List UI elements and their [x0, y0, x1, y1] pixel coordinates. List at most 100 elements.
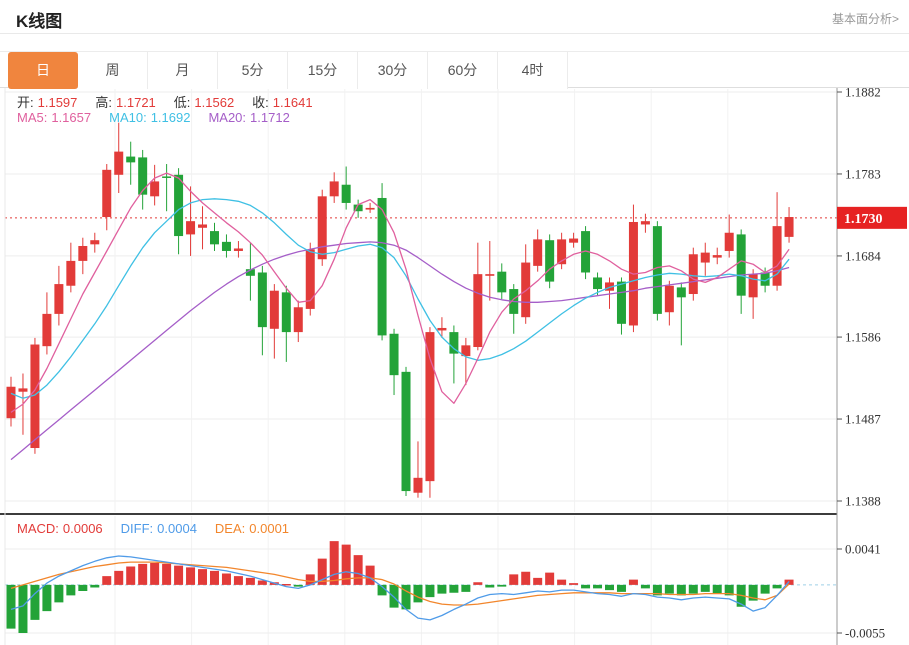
candle-body: [126, 157, 135, 163]
candle-body: [425, 332, 434, 481]
candle-body: [78, 246, 87, 261]
candle-body: [270, 291, 279, 329]
macd-hist-bar: [234, 576, 243, 585]
candle-body: [198, 224, 207, 227]
candle-body: [162, 176, 171, 178]
interval-tabbar: 日周月5分15分30分60分4时: [0, 51, 909, 88]
kline-chart-canvas[interactable]: 1.18821.17831.16841.15861.14871.13880.00…: [0, 0, 909, 645]
macd-hist-bar: [54, 585, 63, 603]
candle-body: [366, 208, 375, 210]
candle-body: [653, 226, 662, 314]
macd-hist-bar: [557, 580, 566, 585]
candle-body: [701, 253, 710, 263]
macd-hist-bar: [42, 585, 51, 611]
macd-hist-bar: [689, 585, 698, 594]
candle-body: [485, 274, 494, 276]
candle-body: [713, 255, 722, 257]
macd-hist-bar: [677, 585, 686, 596]
macd-hist-bar: [222, 574, 231, 585]
macd-hist-bar: [246, 578, 255, 585]
page-title: K线图: [16, 7, 62, 32]
candle-body: [66, 261, 75, 286]
macd-hist-bar: [78, 585, 87, 591]
macd-hist-bar: [521, 572, 530, 585]
candle-body: [282, 292, 291, 332]
macd-hist-bar: [761, 585, 770, 594]
price-axis-label: 1.1783: [845, 166, 881, 181]
candle-body: [210, 231, 219, 244]
tab-15min[interactable]: 15分: [288, 52, 358, 89]
macd-hist-bar: [701, 585, 710, 592]
macd-hist-bar: [665, 585, 674, 594]
candle-body: [378, 198, 387, 335]
macd-hist-bar: [437, 585, 446, 594]
macd-hist-bar: [102, 576, 111, 585]
macd-hist-bar: [114, 571, 123, 585]
macd-hist-bar: [90, 585, 99, 588]
price-axis-label: 1.1586: [845, 330, 881, 345]
candle-body: [294, 307, 303, 332]
macd-hist-bar: [593, 585, 602, 589]
macd-hist-bar: [569, 583, 578, 585]
tab-week[interactable]: 周: [78, 52, 148, 89]
macd-hist-bar: [497, 585, 506, 587]
candle-body: [186, 221, 195, 234]
tab-60min[interactable]: 60分: [428, 52, 498, 89]
candle-body: [114, 152, 123, 175]
candle-body: [90, 240, 99, 244]
candle-body: [617, 282, 626, 324]
candle-body: [497, 272, 506, 293]
tab-month[interactable]: 月: [148, 52, 218, 89]
macd-hist-bar: [126, 567, 135, 585]
macd-hist-bar: [186, 567, 195, 585]
candle-body: [18, 388, 27, 391]
fundamental-analysis-link[interactable]: 基本面分析>: [832, 10, 899, 27]
macd-hist-bar: [425, 585, 434, 597]
macd-hist-bar: [7, 585, 16, 629]
macd-hist-bar: [545, 573, 554, 585]
candle-body: [54, 284, 63, 314]
macd-hist-bar: [150, 563, 159, 585]
candle-body: [342, 185, 351, 203]
candle-body: [7, 387, 16, 418]
macd-hist-bar: [629, 580, 638, 585]
macd-hist-bar: [18, 585, 27, 633]
macd-hist-bar: [461, 585, 470, 592]
macd-hist-bar: [138, 564, 147, 585]
candle-body: [138, 157, 147, 194]
macd-hist-bar: [366, 566, 375, 585]
macd-hist-bar: [390, 585, 399, 608]
candle-body: [725, 233, 734, 251]
candle-body: [569, 239, 578, 243]
price-axis-label: 1.1388: [845, 494, 881, 509]
candle-body: [150, 181, 159, 196]
tab-day[interactable]: 日: [8, 52, 78, 89]
macd-hist-bar: [485, 585, 494, 588]
candle-body: [593, 277, 602, 289]
price-axis-label: 1.1487: [845, 412, 881, 427]
macd-hist-bar: [713, 585, 722, 594]
candle-body: [102, 170, 111, 217]
macd-hist-bar: [354, 555, 363, 585]
candle-body: [545, 240, 554, 281]
macd-hist-bar: [162, 564, 171, 585]
tab-4hour[interactable]: 4时: [498, 52, 568, 89]
macd-hist-bar: [449, 585, 458, 593]
macd-axis-label: 0.0041: [845, 542, 881, 557]
tab-30min[interactable]: 30分: [358, 52, 428, 89]
candle-body: [234, 248, 243, 250]
macd-hist-bar: [413, 585, 422, 603]
macd-hist-bar: [533, 578, 542, 585]
tab-5min[interactable]: 5分: [218, 52, 288, 89]
macd-hist-bar: [198, 569, 207, 585]
candle-body: [533, 239, 542, 265]
macd-hist-bar: [509, 574, 518, 585]
ma20-line: [11, 242, 789, 460]
macd-hist-bar: [330, 541, 339, 585]
candle-body: [330, 181, 339, 196]
candle-body: [773, 226, 782, 286]
macd-hist-bar: [174, 566, 183, 585]
current-price-tag-value: 1.1730: [844, 212, 883, 227]
candle-body: [641, 221, 650, 224]
kline-module: 1.18821.17831.16841.15861.14871.13880.00…: [0, 0, 909, 645]
